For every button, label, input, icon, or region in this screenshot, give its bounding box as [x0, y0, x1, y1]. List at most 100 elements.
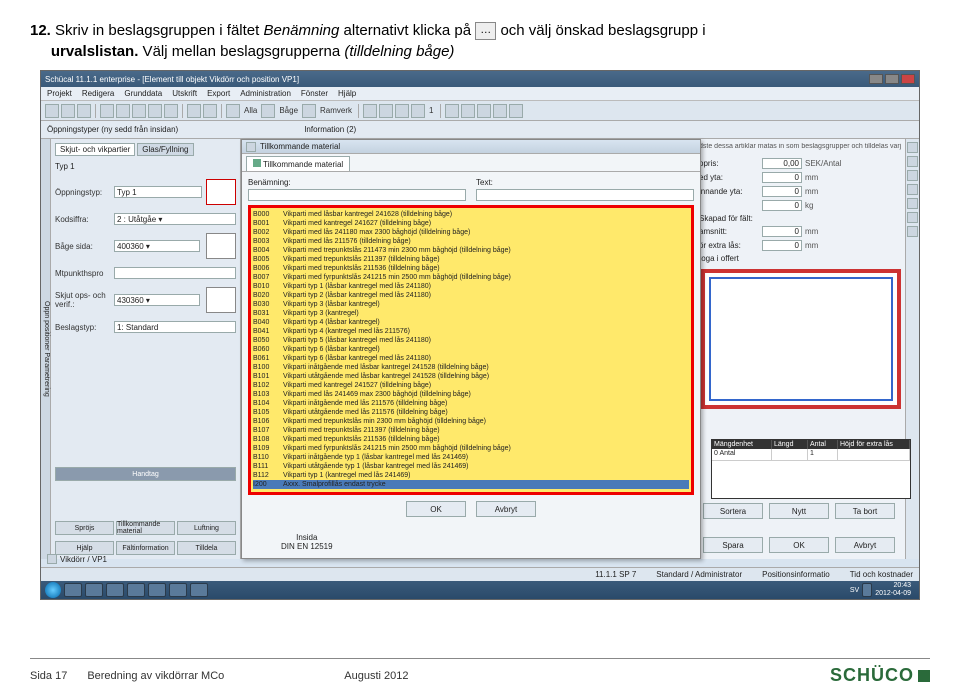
- list-item[interactable]: B020Vikparti typ 2 (låsbar kantregel med…: [253, 291, 689, 300]
- tillkommande-button[interactable]: Tillkommande material: [116, 521, 175, 535]
- list-item[interactable]: B001Vikparti med kantregel 241627 (tilld…: [253, 219, 689, 228]
- toolbar-icon[interactable]: [203, 104, 217, 118]
- toolbar-icon[interactable]: [100, 104, 114, 118]
- taskbar-icon[interactable]: [64, 583, 82, 597]
- document-tab[interactable]: Vikdörr / VP1: [41, 553, 919, 565]
- list-item[interactable]: B109Vikparti med fyrpunktslås 241215 min…: [253, 444, 689, 453]
- taskbar-icon[interactable]: [190, 583, 208, 597]
- rail-icon[interactable]: [907, 212, 918, 223]
- menu-hjalp[interactable]: Hjälp: [338, 89, 356, 98]
- list-item[interactable]: B006Vikparti med trepunktslås 211536 (ti…: [253, 264, 689, 273]
- toolbar-icon[interactable]: [77, 104, 91, 118]
- text-input[interactable]: [476, 189, 694, 201]
- bagesida-select[interactable]: 400360 ▾: [114, 240, 200, 252]
- sprojs-button[interactable]: Spröjs: [55, 521, 114, 535]
- list-item[interactable]: B100Vikparti inåtgående med låsbar kantr…: [253, 363, 689, 372]
- toolbar-icon[interactable]: [187, 104, 201, 118]
- menu-grunddata[interactable]: Grunddata: [124, 89, 162, 98]
- toolbar-icon[interactable]: [132, 104, 146, 118]
- toolbar-icon[interactable]: [395, 104, 409, 118]
- list-item[interactable]: B003Vikparti med lås 211576 (tilldelning…: [253, 237, 689, 246]
- taskbar-icon[interactable]: [127, 583, 145, 597]
- toolbar-icon[interactable]: [493, 104, 507, 118]
- beslagstyp-select[interactable]: 1: Standard: [114, 321, 236, 333]
- toolbar-icon[interactable]: [461, 104, 475, 118]
- dialog-tab[interactable]: Tillkommande material: [246, 156, 350, 171]
- innande-input[interactable]: 0: [762, 186, 802, 197]
- edyta-input[interactable]: 0: [762, 172, 802, 183]
- ok-button[interactable]: OK: [406, 501, 466, 517]
- menu-fonster[interactable]: Fönster: [301, 89, 328, 98]
- sortera-button[interactable]: Sortera: [703, 503, 763, 519]
- list-item[interactable]: B101Vikparti utåtgående med låsbar kantr…: [253, 372, 689, 381]
- list-item[interactable]: B004Vikparti med trepunktslås 211473 min…: [253, 246, 689, 255]
- menu-export[interactable]: Export: [207, 89, 230, 98]
- tabort-button[interactable]: Ta bort: [835, 503, 895, 519]
- beslag-dropdown-list[interactable]: B000Vikparti med låsbar kantregel 241628…: [248, 205, 694, 495]
- list-item[interactable]: B030Vikparti typ 3 (låsbar kantregel): [253, 300, 689, 309]
- list-item[interactable]: B108Vikparti med trepunktslås 211536 (ti…: [253, 435, 689, 444]
- list-item[interactable]: B111Vikparti utåtgående typ 1 (låsbar ka…: [253, 462, 689, 471]
- oppningstyp-select[interactable]: Typ 1: [114, 186, 202, 198]
- rail-icon[interactable]: [907, 226, 918, 237]
- list-item[interactable]: B000Vikparti med låsbar kantregel 241628…: [253, 210, 689, 219]
- grid-cell[interactable]: 0 Antal: [712, 449, 772, 461]
- list-item[interactable]: B031Vikparti typ 3 (kantregel): [253, 309, 689, 318]
- list-item[interactable]: B110Vikparti inåtgående typ 1 (låsbar ka…: [253, 453, 689, 462]
- list-item[interactable]: B007Vikparti med fyrpunktslås 241215 min…: [253, 273, 689, 282]
- toolbar-ramverk[interactable]: Ramverk: [320, 106, 352, 115]
- list-item[interactable]: B060Vikparti typ 6 (låsbar kantregel): [253, 345, 689, 354]
- minimize-icon[interactable]: [869, 74, 883, 84]
- close-icon[interactable]: [901, 74, 915, 84]
- toolbar-icon[interactable]: [61, 104, 75, 118]
- kodsiffra-select[interactable]: 2 : Utåtgåe ▾: [114, 213, 236, 225]
- taskbar-icon[interactable]: [169, 583, 187, 597]
- toolbar-icon[interactable]: [411, 104, 425, 118]
- maximize-icon[interactable]: [885, 74, 899, 84]
- spara-button[interactable]: Spara: [703, 537, 763, 553]
- taskbar-icon[interactable]: [106, 583, 124, 597]
- toolbar-bage[interactable]: Båge: [279, 106, 298, 115]
- list-item[interactable]: B103Vikparti med lås 241469 max 2300 båg…: [253, 390, 689, 399]
- grid-cell[interactable]: 1: [808, 449, 838, 461]
- grid-cell[interactable]: [838, 449, 910, 461]
- list-item[interactable]: B050Vikparti typ 5 (låsbar kantregel med…: [253, 336, 689, 345]
- benamning-input[interactable]: [248, 189, 466, 201]
- toolbar-alla[interactable]: Alla: [244, 106, 257, 115]
- list-item[interactable]: B107Vikparti med trepunktslås 211397 (ti…: [253, 426, 689, 435]
- bage-icon[interactable]: [261, 104, 275, 118]
- list-item[interactable]: B102Vikparti med kantregel 241527 (tilld…: [253, 381, 689, 390]
- tray-icon[interactable]: [862, 583, 872, 597]
- menu-administration[interactable]: Administration: [240, 89, 291, 98]
- list-item[interactable]: B106Vikparti med trepunktslås min 2300 m…: [253, 417, 689, 426]
- luftning-button[interactable]: Luftning: [177, 521, 236, 535]
- start-button-icon[interactable]: [45, 582, 61, 598]
- ok-button-outer[interactable]: OK: [769, 537, 829, 553]
- list-item[interactable]: B112Vikparti typ 1 (kantregel med lås 24…: [253, 471, 689, 480]
- list-item[interactable]: B002Vikparti med lås 241180 max 2300 båg…: [253, 228, 689, 237]
- taskbar-icon[interactable]: [148, 583, 166, 597]
- nytt-button[interactable]: Nytt: [769, 503, 829, 519]
- kg-input[interactable]: 0: [762, 200, 802, 211]
- menu-utskrift[interactable]: Utskrift: [172, 89, 197, 98]
- opris-input[interactable]: 0,00: [762, 158, 802, 169]
- menu-redigera[interactable]: Redigera: [82, 89, 114, 98]
- menu-projekt[interactable]: Projekt: [47, 89, 72, 98]
- taskbar-clock[interactable]: 20:432012-04-09: [875, 582, 915, 598]
- rail-icon[interactable]: [907, 156, 918, 167]
- list-item[interactable]: B005Vikparti med trepunktslås 211397 (ti…: [253, 255, 689, 264]
- grid-cell[interactable]: [772, 449, 808, 461]
- extralas-input[interactable]: 0: [762, 240, 802, 251]
- toolbar-icon[interactable]: [116, 104, 130, 118]
- avbryt-button-outer[interactable]: Avbryt: [835, 537, 895, 553]
- skjutops-select[interactable]: 430360 ▾: [114, 294, 200, 306]
- tab-skjut[interactable]: Skjut- och vikpartier: [55, 143, 135, 156]
- list-item[interactable]: B010Vikparti typ 1 (låsbar kantregel med…: [253, 282, 689, 291]
- rail-icon[interactable]: [907, 184, 918, 195]
- toolbar-icon[interactable]: [148, 104, 162, 118]
- handtag-button[interactable]: Handtag: [55, 467, 236, 481]
- rail-icon[interactable]: [907, 142, 918, 153]
- rail-icon[interactable]: [907, 198, 918, 209]
- toolbar-icon[interactable]: [164, 104, 178, 118]
- toolbar-icon[interactable]: [45, 104, 59, 118]
